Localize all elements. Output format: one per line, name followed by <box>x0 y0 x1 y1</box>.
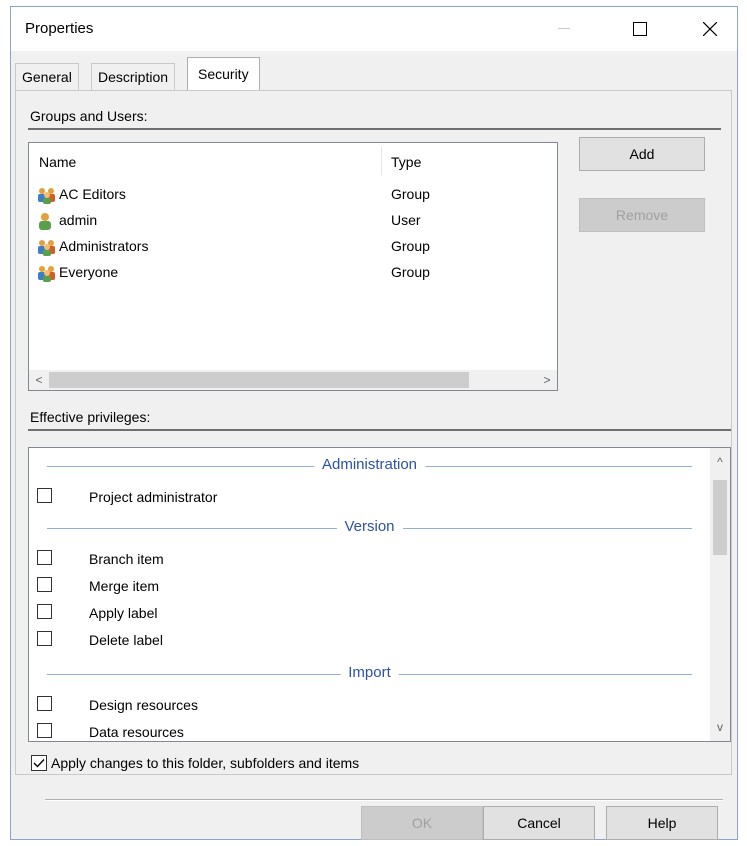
privilege-checkbox[interactable] <box>37 577 52 592</box>
column-divider[interactable] <box>381 147 382 175</box>
privilege-item[interactable]: Apply label <box>37 602 537 624</box>
close-icon <box>703 22 717 36</box>
privilege-item[interactable]: Merge item <box>37 575 537 597</box>
privilege-checkbox[interactable] <box>37 604 52 619</box>
remove-button[interactable]: Remove <box>579 198 705 232</box>
tab-strip: General Description Security <box>15 57 735 91</box>
privileges-list[interactable]: Administration Project administrator Ver… <box>28 447 731 742</box>
privilege-label: Merge item <box>89 578 160 594</box>
group-icon <box>38 240 55 256</box>
ok-button[interactable]: OK <box>361 806 483 840</box>
group-icon <box>38 188 55 204</box>
window-title: Properties <box>25 20 94 37</box>
horizontal-scrollbar[interactable]: < > <box>29 370 557 390</box>
list-item-name: admin <box>59 212 98 228</box>
list-item-name: Administrators <box>59 238 149 254</box>
privilege-group-header: Import <box>47 664 692 684</box>
privileges-separator <box>28 429 731 431</box>
privilege-checkbox[interactable] <box>37 631 52 646</box>
scroll-thumb[interactable] <box>49 372 469 388</box>
user-icon <box>39 213 51 230</box>
properties-dialog: Properties General Description Security … <box>10 6 738 840</box>
scroll-right-icon[interactable]: > <box>537 370 557 390</box>
privilege-label: Design resources <box>89 697 198 713</box>
privilege-label: Delete label <box>89 632 163 648</box>
apply-changes-option[interactable]: Apply changes to this folder, subfolders… <box>31 754 531 774</box>
list-item-type: User <box>391 212 421 228</box>
list-item-type: Group <box>391 238 430 254</box>
privilege-label: Apply label <box>89 605 158 621</box>
privilege-group-header: Administration <box>47 456 692 476</box>
list-item[interactable]: admin User <box>37 210 537 232</box>
apply-changes-checkbox[interactable] <box>31 755 47 771</box>
list-item[interactable]: AC Editors Group <box>37 184 537 206</box>
list-item-type: Group <box>391 186 430 202</box>
tab-description[interactable]: Description <box>91 63 176 90</box>
tab-security[interactable]: Security <box>187 57 260 91</box>
list-item-type: Group <box>391 264 430 280</box>
privilege-group-title: Version <box>336 518 403 535</box>
apply-changes-label: Apply changes to this folder, subfolders… <box>51 755 360 771</box>
groups-users-list[interactable]: Name Type AC Editors Group admin User Ad… <box>28 142 558 391</box>
maximize-button[interactable] <box>617 13 663 45</box>
column-header-type[interactable]: Type <box>391 154 421 170</box>
group-icon <box>38 266 55 282</box>
list-item[interactable]: Everyone Group <box>37 262 537 284</box>
column-header-name[interactable]: Name <box>39 154 76 170</box>
privilege-label: Data resources <box>89 724 184 740</box>
vertical-scrollbar[interactable]: ^ v <box>710 448 730 741</box>
minimize-button[interactable] <box>541 13 587 45</box>
minimize-icon <box>558 28 570 29</box>
privilege-label: Branch item <box>89 551 164 567</box>
add-button[interactable]: Add <box>579 137 705 171</box>
privilege-item[interactable]: Project administrator <box>37 486 537 508</box>
scroll-left-icon[interactable]: < <box>29 370 49 390</box>
privilege-item[interactable]: Data resources <box>37 721 537 741</box>
list-item-name: Everyone <box>59 264 119 280</box>
privilege-checkbox[interactable] <box>37 488 52 503</box>
privilege-item[interactable]: Branch item <box>37 548 537 570</box>
groups-users-label: Groups and Users: <box>30 108 148 124</box>
privilege-item[interactable]: Design resources <box>37 694 537 716</box>
cancel-button[interactable]: Cancel <box>483 806 595 840</box>
list-item-name: AC Editors <box>59 186 126 202</box>
scroll-thumb[interactable] <box>713 480 727 555</box>
scroll-up-icon[interactable]: ^ <box>710 452 730 472</box>
maximize-icon <box>633 22 647 36</box>
privilege-group-header: Version <box>47 518 692 538</box>
help-button[interactable]: Help <box>606 806 718 840</box>
list-item[interactable]: Administrators Group <box>37 236 537 258</box>
privilege-group-title: Administration <box>313 456 426 473</box>
footer-separator <box>45 799 723 801</box>
checkmark-icon <box>33 759 45 768</box>
effective-privileges-label: Effective privileges: <box>30 409 151 425</box>
list-header: Name Type <box>29 143 557 177</box>
groups-users-separator <box>28 128 721 130</box>
privilege-checkbox[interactable] <box>37 696 52 711</box>
scroll-down-icon[interactable]: v <box>710 717 730 737</box>
privilege-group-title: Import <box>340 664 399 681</box>
tab-general[interactable]: General <box>15 63 79 90</box>
title-bar: Properties <box>11 7 737 51</box>
privilege-label: Project administrator <box>89 489 218 505</box>
privilege-checkbox[interactable] <box>37 550 52 565</box>
privilege-item[interactable]: Delete label <box>37 629 537 651</box>
privilege-checkbox[interactable] <box>37 723 52 738</box>
close-button[interactable] <box>687 13 733 45</box>
